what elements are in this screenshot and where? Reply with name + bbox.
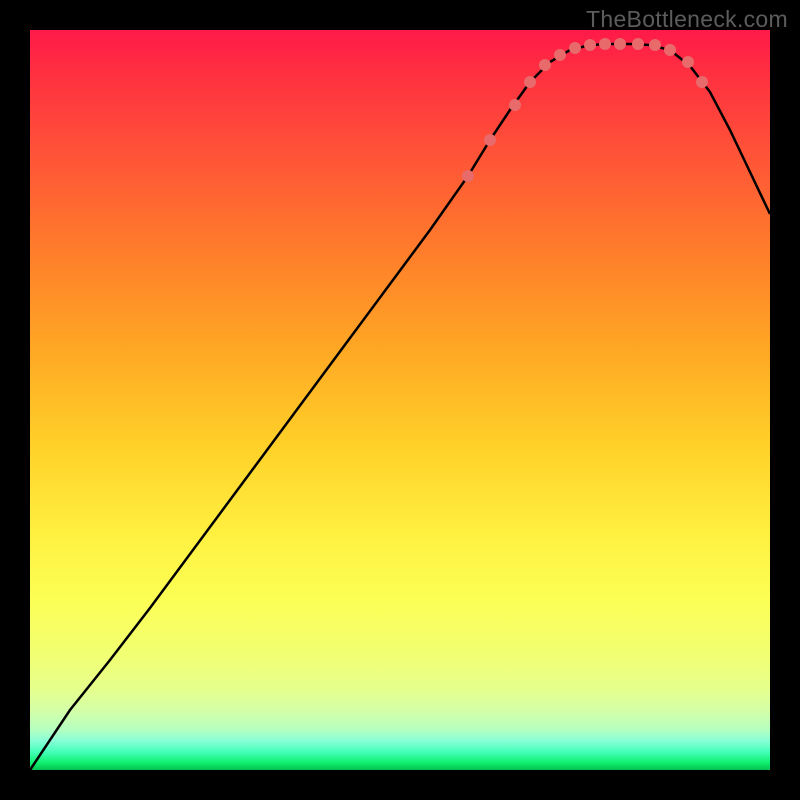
marker-dot bbox=[554, 49, 566, 61]
bottleneck-curve bbox=[30, 30, 770, 770]
marker-dot bbox=[664, 44, 676, 56]
marker-dot bbox=[484, 134, 496, 146]
marker-dot bbox=[524, 76, 536, 88]
marker-dot bbox=[614, 38, 626, 50]
curve-line bbox=[30, 44, 770, 770]
marker-dot bbox=[696, 76, 708, 88]
marker-dot bbox=[569, 42, 581, 54]
marker-dot bbox=[649, 39, 661, 51]
watermark-text: TheBottleneck.com bbox=[586, 6, 788, 33]
marker-dot bbox=[682, 56, 694, 68]
marker-dot bbox=[539, 59, 551, 71]
plot-area bbox=[30, 30, 770, 770]
chart-frame: TheBottleneck.com bbox=[0, 0, 800, 800]
curve-markers bbox=[462, 38, 708, 182]
marker-dot bbox=[584, 39, 596, 51]
marker-dot bbox=[509, 99, 521, 111]
marker-dot bbox=[599, 38, 611, 50]
marker-dot bbox=[462, 170, 474, 182]
marker-dot bbox=[632, 38, 644, 50]
